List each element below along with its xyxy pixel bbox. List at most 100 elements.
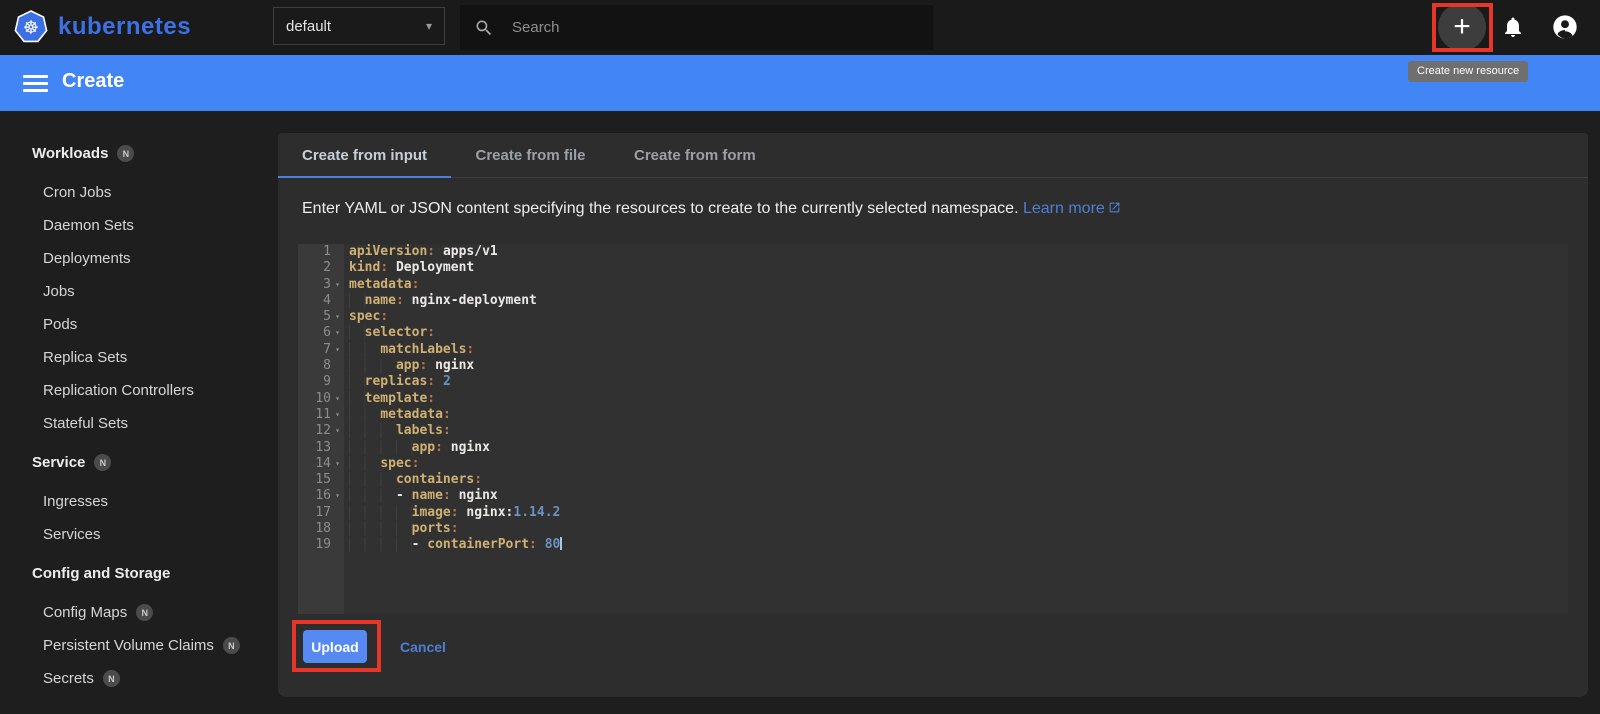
kubernetes-logo[interactable]: ☸ kubernetes (14, 10, 191, 44)
description-body: Enter YAML or JSON content specifying th… (302, 200, 1019, 217)
fold-toggle-icon[interactable]: ▾ (331, 325, 344, 341)
tooltip-create-new-resource: Create new resource (1408, 61, 1529, 82)
tab-create-from-file[interactable]: Create from file (451, 133, 610, 177)
new-badge: N (136, 604, 154, 621)
fold-toggle-icon[interactable]: ▾ (331, 342, 344, 358)
fold-toggle-icon[interactable]: ▾ (331, 423, 344, 439)
sidebar-header-service[interactable]: Service N (0, 446, 278, 479)
gutter-line-number: 2 (298, 260, 344, 277)
code-text: app: nginx (344, 358, 474, 374)
plus-icon: + (1453, 10, 1471, 43)
gutter-line-number: 9 (298, 374, 344, 391)
gutter-line-number: 5 ▾ (298, 309, 344, 326)
yaml-editor[interactable]: 1 apiVersion: apps/v1 2 kind: Deployment 3 ▾ m… (298, 244, 1568, 614)
avatar-icon (1553, 15, 1577, 39)
gutter-line-number: 3 ▾ (298, 276, 344, 293)
code-text: containers: (344, 472, 482, 488)
fold-toggle-icon[interactable]: ▾ (331, 391, 344, 407)
sidebar-item-config-maps[interactable]: Config Maps N (0, 596, 278, 629)
code-text: image: nginx:1.14.2 (344, 504, 560, 521)
code-text: replicas: 2 (344, 374, 451, 390)
code-text: kind: Deployment (349, 260, 475, 276)
code-line-4[interactable]: 4 name: nginx-deployment (298, 292, 1568, 310)
sidebar-item-ingresses[interactable]: Ingresses (0, 485, 278, 518)
fold-toggle-icon[interactable]: ▾ (331, 277, 344, 293)
gutter-line-number: 1 (298, 244, 344, 261)
sidebar-nav: Workloads N Cron Jobs Daemon Sets Deployment… (0, 111, 278, 714)
code-line-18[interactable]: 18 ports: (298, 521, 1568, 538)
gutter-line-number: 19 (298, 537, 344, 554)
sidebar-item-stateful-sets[interactable]: Stateful Sets (0, 407, 278, 440)
code-line-12[interactable]: 12 ▾ labels: (298, 423, 1568, 440)
code-line-7[interactable]: 7 ▾ matchLabels: (298, 341, 1568, 359)
namespace-selector[interactable]: default ▾ (273, 7, 445, 45)
code-line-3[interactable]: 3 ▾ metadata: (298, 276, 1568, 293)
search-icon (476, 20, 492, 35)
search-bar[interactable]: Search (460, 5, 933, 50)
code-line-11[interactable]: 11 ▾ metadata: (298, 406, 1568, 424)
code-text: metadata: (344, 406, 451, 423)
code-text: apiVersion: apps/v1 (349, 244, 498, 259)
code-text: ports: (344, 521, 459, 537)
sidebar-group-service: Service N Ingresses Services (0, 446, 278, 551)
editor-empty-area[interactable] (298, 553, 1568, 614)
code-text: - name: nginx (344, 488, 498, 504)
sidebar-item-pods[interactable]: Pods (0, 308, 278, 341)
brand-name: kubernetes (58, 13, 192, 40)
upload-button[interactable]: Upload (303, 630, 367, 663)
cancel-button[interactable]: Cancel (400, 630, 446, 663)
namespace-value: default (286, 17, 332, 35)
code-line-10[interactable]: 10 ▾ template: (298, 390, 1568, 407)
search-placeholder: Search (512, 19, 560, 36)
sidebar-item-replication-controllers[interactable]: Replication Controllers (0, 374, 278, 407)
gutter-line-number: 13 (298, 439, 344, 456)
code-text: - containerPort: 80 (344, 537, 563, 553)
sidebar-header-workloads[interactable]: Workloads N (0, 137, 278, 170)
gutter-line-number: 4 (298, 292, 344, 310)
app-bar: Create (0, 55, 1600, 111)
sidebar-header-config-and-storage[interactable]: Config and Storage (0, 557, 278, 590)
account-button[interactable] (1551, 13, 1579, 46)
code-line-2[interactable]: 2 kind: Deployment (298, 260, 1568, 277)
code-line-16[interactable]: 16 ▾ - name: nginx (298, 488, 1568, 505)
sidebar-item-daemon-sets[interactable]: Daemon Sets (0, 209, 278, 242)
code-line-9[interactable]: 9 replicas: 2 (298, 374, 1568, 391)
gutter-line-number: 14 ▾ (298, 455, 344, 473)
fold-toggle-icon[interactable]: ▾ (331, 488, 344, 504)
code-line-8[interactable]: 8 app: nginx (298, 358, 1568, 375)
fold-toggle-icon[interactable]: ▾ (331, 309, 344, 325)
sidebar-item-replica-sets[interactable]: Replica Sets (0, 341, 278, 374)
code-line-17[interactable]: 17 image: nginx:1.14.2 (298, 504, 1568, 522)
new-badge: N (102, 670, 120, 687)
gutter-line-number: 11 ▾ (298, 406, 344, 424)
tab-create-from-input[interactable]: Create from input (278, 133, 452, 178)
code-line-19[interactable]: 19 - containerPort: 80 (298, 537, 1568, 554)
sidebar-item-secrets[interactable]: Secrets N (0, 662, 278, 695)
create-card: Create from input Create from file Create … (278, 133, 1588, 697)
fold-toggle-icon[interactable]: ▾ (331, 407, 344, 423)
sidebar-item-persistent-volume-claims[interactable]: Persistent Volume Claims N (0, 629, 278, 662)
create-new-resource-button[interactable]: + (1438, 3, 1486, 51)
code-line-6[interactable]: 6 ▾ selector: (298, 325, 1568, 342)
description-text: Enter YAML or JSON content specifying th… (302, 200, 1564, 219)
code-text: app: nginx (344, 439, 490, 456)
sidebar-item-cron-jobs[interactable]: Cron Jobs (0, 176, 278, 209)
notifications-button[interactable] (1501, 15, 1525, 44)
sidebar-item-services[interactable]: Services (0, 518, 278, 551)
code-line-5[interactable]: 5 ▾ spec: (298, 309, 1568, 326)
gutter-line-number: 7 ▾ (298, 341, 344, 359)
sidebar-item-deployments[interactable]: Deployments (0, 242, 278, 275)
menu-button[interactable] (23, 75, 48, 92)
sidebar-item-jobs[interactable]: Jobs (0, 275, 278, 308)
code-text: spec: (349, 309, 389, 325)
code-line-13[interactable]: 13 app: nginx (298, 439, 1568, 456)
fold-toggle-icon[interactable]: ▾ (331, 456, 344, 472)
learn-more-link[interactable]: Learn more (1023, 200, 1121, 217)
code-line-1[interactable]: 1 apiVersion: apps/v1 (298, 244, 1568, 261)
tab-create-from-form[interactable]: Create from form (610, 133, 780, 177)
code-line-14[interactable]: 14 ▾ spec: (298, 455, 1568, 473)
top-bar: ☸ kubernetes default ▾ Search + (0, 0, 1600, 55)
kubernetes-helm-icon: ☸ (14, 10, 48, 43)
code-line-15[interactable]: 15 containers: (298, 472, 1568, 489)
kubernetes-dashboard: ☸ kubernetes default ▾ Search + Create C… (0, 0, 1600, 714)
